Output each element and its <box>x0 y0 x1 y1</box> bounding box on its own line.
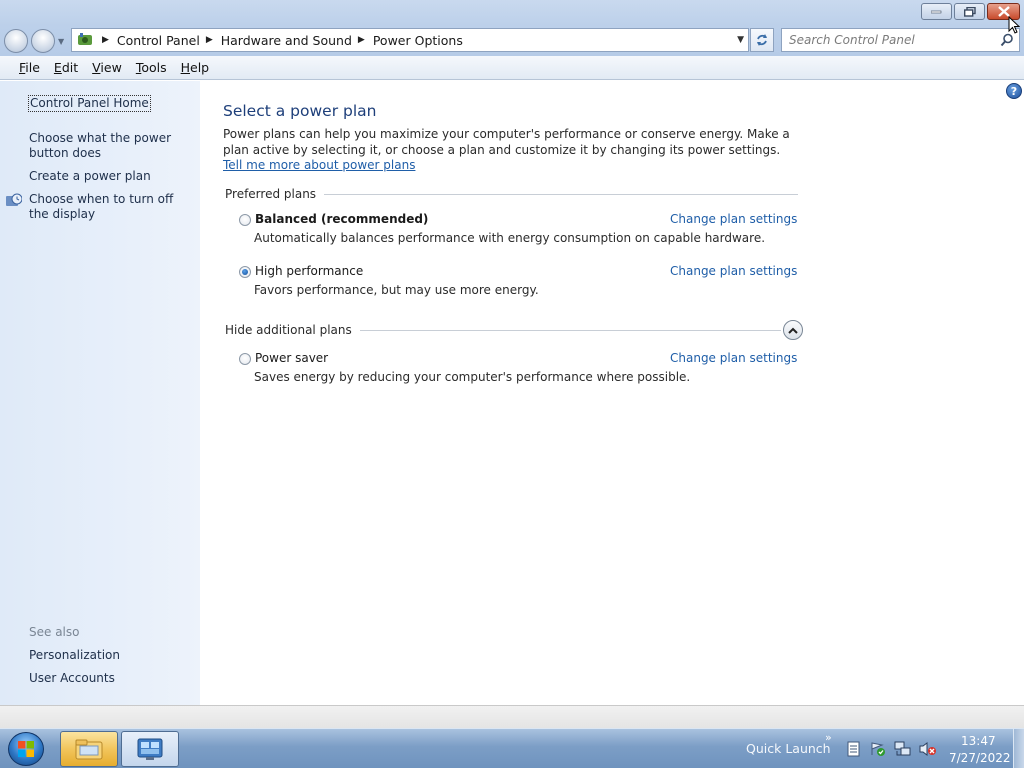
document-tray-icon[interactable] <box>847 741 861 757</box>
folder-icon <box>75 739 103 760</box>
clock-date[interactable]: 7/27/2022 <box>949 751 1011 765</box>
address-bar[interactable]: ▶ Control Panel ▶ Hardware and Sound ▶ P… <box>71 28 749 52</box>
plan-name-high-performance[interactable]: High performance <box>255 264 363 278</box>
main-content: ? Select a power plan Power plans can he… <box>200 81 1024 705</box>
menu-bar: File Edit View Tools Help <box>0 56 1024 80</box>
minimize-button[interactable] <box>921 3 952 20</box>
learn-more-link[interactable]: Tell me more about power plans <box>223 158 415 172</box>
breadcrumb-power-options[interactable]: Power Options <box>373 33 463 48</box>
control-panel-home-link[interactable]: Control Panel Home <box>28 95 151 112</box>
radio-high-performance[interactable] <box>239 266 251 278</box>
intro-paragraph: Power plans can help you maximize your c… <box>223 127 803 174</box>
mouse-cursor-icon <box>1008 16 1020 34</box>
control-panel-window-icon <box>137 738 163 760</box>
breadcrumb-hardware-and-sound[interactable]: Hardware and Sound <box>221 33 352 48</box>
refresh-button[interactable] <box>750 28 774 52</box>
chevron-double-right-icon[interactable]: » <box>825 731 832 744</box>
back-button[interactable] <box>4 29 28 53</box>
quick-launch-label[interactable]: Quick Launch <box>746 741 831 756</box>
control-panel-icon <box>74 30 96 50</box>
recent-pages-dropdown[interactable]: ▼ <box>58 37 64 46</box>
action-center-flag-icon[interactable] <box>869 741 887 757</box>
collapse-plans-button[interactable] <box>783 320 803 340</box>
plan-desc-balanced: Automatically balances performance with … <box>254 231 766 245</box>
radio-balanced[interactable] <box>239 214 251 226</box>
volume-muted-icon[interactable] <box>919 741 937 757</box>
refresh-icon <box>757 34 767 46</box>
breadcrumb-control-panel[interactable]: Control Panel <box>117 33 200 48</box>
search-box[interactable] <box>781 28 1020 52</box>
start-button[interactable] <box>8 732 44 766</box>
display-clock-icon <box>6 193 22 206</box>
search-input[interactable] <box>789 33 999 47</box>
change-plan-settings-balanced[interactable]: Change plan settings <box>670 212 797 226</box>
chevron-up-icon <box>788 327 798 334</box>
chevron-right-icon: ▶ <box>102 35 109 45</box>
hide-additional-plans-header[interactable]: Hide additional plans <box>225 323 360 337</box>
title-bar <box>0 0 1024 26</box>
power-button-link[interactable]: Choose what the power button does <box>29 131 197 161</box>
menu-edit-accel: E <box>53 60 62 75</box>
restore-button[interactable] <box>954 3 985 20</box>
status-bar <box>0 705 1024 728</box>
windows-logo-icon <box>18 741 34 757</box>
turn-off-display-link[interactable]: Choose when to turn off the display <box>29 192 189 222</box>
plan-name-power-saver[interactable]: Power saver <box>255 351 328 365</box>
taskbar-explorer-button[interactable] <box>60 731 118 767</box>
page-title: Select a power plan <box>223 102 377 120</box>
personalization-link[interactable]: Personalization <box>29 648 120 663</box>
user-accounts-link[interactable]: User Accounts <box>29 671 115 686</box>
menu-help-label: elp <box>190 60 210 75</box>
menu-edit[interactable]: Edit <box>47 60 85 75</box>
create-power-plan-link[interactable]: Create a power plan <box>29 169 151 184</box>
taskbar-control-panel-button[interactable] <box>121 731 179 767</box>
clock-time[interactable]: 13:47 <box>961 734 996 748</box>
forward-button[interactable] <box>31 29 55 53</box>
show-desktop-button[interactable] <box>1013 729 1024 768</box>
change-plan-settings-power-saver[interactable]: Change plan settings <box>670 351 797 365</box>
caption-buttons <box>921 3 1020 20</box>
plan-desc-power-saver: Saves energy by reducing your computer's… <box>254 370 691 384</box>
minimize-icon <box>931 10 942 13</box>
intro-text: Power plans can help you maximize your c… <box>223 127 790 157</box>
menu-tools-label: ools <box>141 60 167 75</box>
network-icon[interactable] <box>894 741 912 757</box>
menu-file[interactable]: File <box>12 60 47 75</box>
taskbar: Quick Launch » 13:47 7/27/2022 <box>0 728 1024 768</box>
help-icon[interactable]: ? <box>1006 83 1022 99</box>
preferred-plans-header: Preferred plans <box>225 187 325 201</box>
menu-tools[interactable]: Tools <box>129 60 174 75</box>
see-also-heading: See also <box>29 625 80 639</box>
menu-file-label: ile <box>25 60 40 75</box>
restore-icon <box>963 6 976 17</box>
chevron-right-icon[interactable]: ▶ <box>358 35 365 45</box>
task-pane: Control Panel Home Choose what the power… <box>0 81 200 705</box>
change-plan-settings-high-performance[interactable]: Change plan settings <box>670 264 797 278</box>
radio-power-saver[interactable] <box>239 353 251 365</box>
plan-desc-high-performance: Favors performance, but may use more ene… <box>254 283 539 297</box>
menu-help[interactable]: Help <box>174 60 217 75</box>
menu-view-label: iew <box>100 60 122 75</box>
menu-help-accel: H <box>180 60 191 75</box>
navigation-bar: ▼ ▶ Control Panel ▶ Hardware and Sound ▶… <box>0 26 1024 56</box>
search-icon[interactable] <box>1000 33 1014 47</box>
menu-edit-label: dit <box>61 60 79 75</box>
plan-name-balanced[interactable]: Balanced (recommended) <box>255 212 428 226</box>
chevron-right-icon[interactable]: ▶ <box>206 35 213 45</box>
menu-view[interactable]: View <box>85 60 129 75</box>
chevron-down-icon[interactable]: ▼ <box>737 35 744 45</box>
